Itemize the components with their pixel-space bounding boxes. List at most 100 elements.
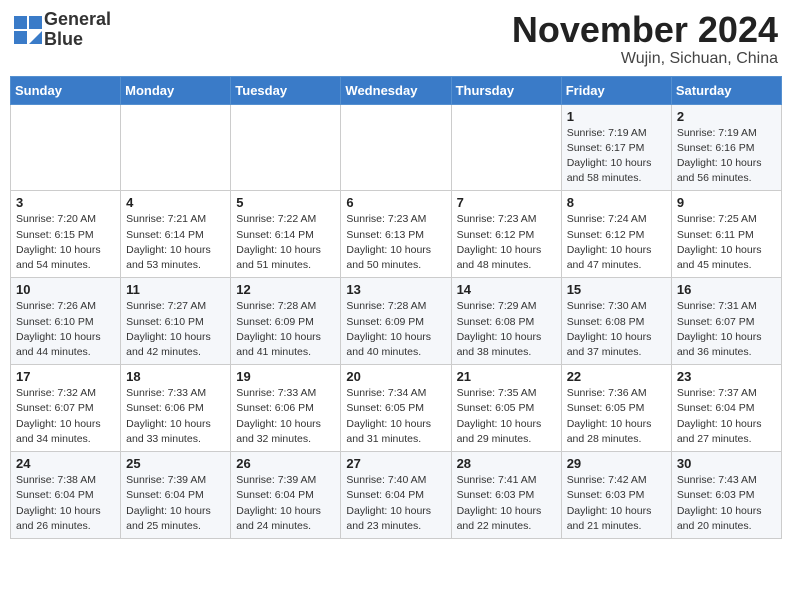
weekday-header: Monday [121,76,231,104]
calendar-cell: 18 Sunrise: 7:33 AM Sunset: 6:06 PM Dayli… [121,365,231,452]
weekday-header: Saturday [671,76,781,104]
day-info: Sunrise: 7:21 AM Sunset: 6:14 PM Dayligh… [126,212,225,273]
day-info: Sunrise: 7:35 AM Sunset: 6:05 PM Dayligh… [457,386,556,447]
day-info: Sunrise: 7:39 AM Sunset: 6:04 PM Dayligh… [126,473,225,534]
calendar-cell [231,104,341,191]
location: Wujin, Sichuan, China [512,50,778,68]
day-number: 29 [567,456,666,471]
calendar-table: SundayMondayTuesdayWednesdayThursdayFrid… [10,76,782,539]
day-number: 7 [457,195,556,210]
calendar-cell: 30 Sunrise: 7:43 AM Sunset: 6:03 PM Dayli… [671,452,781,539]
calendar-cell: 25 Sunrise: 7:39 AM Sunset: 6:04 PM Dayli… [121,452,231,539]
logo: General Blue [14,10,111,50]
day-info: Sunrise: 7:20 AM Sunset: 6:15 PM Dayligh… [16,212,115,273]
calendar-cell: 21Sunrise: 7:35 AM Sunset: 6:05 PM Dayli… [451,365,561,452]
day-info: Sunrise: 7:42 AM Sunset: 6:03 PM Dayligh… [567,473,666,534]
calendar-cell: 7 Sunrise: 7:23 AM Sunset: 6:12 PM Daylig… [451,191,561,278]
day-info: Sunrise: 7:34 AM Sunset: 6:05 PM Dayligh… [346,386,445,447]
day-info: Sunrise: 7:33 AM Sunset: 6:06 PM Dayligh… [236,386,335,447]
day-info: Sunrise: 7:37 AM Sunset: 6:04 PM Dayligh… [677,386,776,447]
calendar-cell: 4Sunrise: 7:21 AM Sunset: 6:14 PM Daylig… [121,191,231,278]
day-number: 27 [346,456,445,471]
day-number: 10 [16,282,115,297]
day-info: Sunrise: 7:36 AM Sunset: 6:05 PM Dayligh… [567,386,666,447]
calendar-cell [341,104,451,191]
day-info: Sunrise: 7:39 AM Sunset: 6:04 PM Dayligh… [236,473,335,534]
logo-line1: General [44,10,111,30]
calendar-cell: 9 Sunrise: 7:25 AM Sunset: 6:11 PM Daylig… [671,191,781,278]
day-info: Sunrise: 7:29 AM Sunset: 6:08 PM Dayligh… [457,299,556,360]
day-number: 24 [16,456,115,471]
day-info: Sunrise: 7:40 AM Sunset: 6:04 PM Dayligh… [346,473,445,534]
day-number: 18 [126,369,225,384]
calendar-cell: 27 Sunrise: 7:40 AM Sunset: 6:04 PM Dayli… [341,452,451,539]
day-info: Sunrise: 7:26 AM Sunset: 6:10 PM Dayligh… [16,299,115,360]
calendar-cell: 13 Sunrise: 7:28 AM Sunset: 6:09 PM Dayli… [341,278,451,365]
day-info: Sunrise: 7:28 AM Sunset: 6:09 PM Dayligh… [346,299,445,360]
day-number: 28 [457,456,556,471]
day-number: 14 [457,282,556,297]
weekday-header: Friday [561,76,671,104]
month-title: November 2024 [512,10,778,50]
day-info: Sunrise: 7:31 AM Sunset: 6:07 PM Dayligh… [677,299,776,360]
calendar-cell: 6Sunrise: 7:23 AM Sunset: 6:13 PM Daylig… [341,191,451,278]
calendar-cell: 8Sunrise: 7:24 AM Sunset: 6:12 PM Daylig… [561,191,671,278]
day-number: 16 [677,282,776,297]
calendar-cell: 23 Sunrise: 7:37 AM Sunset: 6:04 PM Dayli… [671,365,781,452]
calendar-cell: 12 Sunrise: 7:28 AM Sunset: 6:09 PM Dayli… [231,278,341,365]
calendar-cell: 2 Sunrise: 7:19 AM Sunset: 6:16 PM Daylig… [671,104,781,191]
day-info: Sunrise: 7:43 AM Sunset: 6:03 PM Dayligh… [677,473,776,534]
calendar-cell [121,104,231,191]
day-number: 9 [677,195,776,210]
day-number: 8 [567,195,666,210]
day-number: 23 [677,369,776,384]
day-number: 17 [16,369,115,384]
calendar-cell: 28Sunrise: 7:41 AM Sunset: 6:03 PM Dayli… [451,452,561,539]
calendar-cell: 17 Sunrise: 7:32 AM Sunset: 6:07 PM Dayli… [11,365,121,452]
title-block: November 2024 Wujin, Sichuan, China [512,10,778,68]
calendar-cell: 5 Sunrise: 7:22 AM Sunset: 6:14 PM Daylig… [231,191,341,278]
day-number: 3 [16,195,115,210]
day-info: Sunrise: 7:28 AM Sunset: 6:09 PM Dayligh… [236,299,335,360]
calendar-cell: 24 Sunrise: 7:38 AM Sunset: 6:04 PM Dayli… [11,452,121,539]
day-number: 11 [126,282,225,297]
weekday-header: Thursday [451,76,561,104]
day-info: Sunrise: 7:19 AM Sunset: 6:16 PM Dayligh… [677,126,776,187]
day-number: 5 [236,195,335,210]
calendar-cell: 1Sunrise: 7:19 AM Sunset: 6:17 PM Daylig… [561,104,671,191]
calendar-cell: 3 Sunrise: 7:20 AM Sunset: 6:15 PM Daylig… [11,191,121,278]
calendar-cell: 19 Sunrise: 7:33 AM Sunset: 6:06 PM Dayli… [231,365,341,452]
calendar-cell: 20 Sunrise: 7:34 AM Sunset: 6:05 PM Dayli… [341,365,451,452]
day-number: 13 [346,282,445,297]
calendar-cell: 11 Sunrise: 7:27 AM Sunset: 6:10 PM Dayli… [121,278,231,365]
day-number: 1 [567,109,666,124]
calendar-cell: 14 Sunrise: 7:29 AM Sunset: 6:08 PM Dayli… [451,278,561,365]
day-number: 25 [126,456,225,471]
weekday-header: Sunday [11,76,121,104]
day-info: Sunrise: 7:23 AM Sunset: 6:13 PM Dayligh… [346,212,445,273]
day-number: 20 [346,369,445,384]
day-number: 12 [236,282,335,297]
day-info: Sunrise: 7:38 AM Sunset: 6:04 PM Dayligh… [16,473,115,534]
day-number: 19 [236,369,335,384]
day-info: Sunrise: 7:23 AM Sunset: 6:12 PM Dayligh… [457,212,556,273]
calendar-cell [11,104,121,191]
day-info: Sunrise: 7:27 AM Sunset: 6:10 PM Dayligh… [126,299,225,360]
logo-line2: Blue [44,30,111,50]
day-number: 22 [567,369,666,384]
day-number: 30 [677,456,776,471]
calendar-cell: 22 Sunrise: 7:36 AM Sunset: 6:05 PM Dayli… [561,365,671,452]
calendar-cell [451,104,561,191]
day-info: Sunrise: 7:25 AM Sunset: 6:11 PM Dayligh… [677,212,776,273]
day-info: Sunrise: 7:32 AM Sunset: 6:07 PM Dayligh… [16,386,115,447]
calendar-cell: 15Sunrise: 7:30 AM Sunset: 6:08 PM Dayli… [561,278,671,365]
calendar-cell: 26 Sunrise: 7:39 AM Sunset: 6:04 PM Dayli… [231,452,341,539]
day-number: 26 [236,456,335,471]
logo-icon [14,16,42,44]
weekday-header: Tuesday [231,76,341,104]
weekday-header: Wednesday [341,76,451,104]
day-info: Sunrise: 7:33 AM Sunset: 6:06 PM Dayligh… [126,386,225,447]
day-info: Sunrise: 7:22 AM Sunset: 6:14 PM Dayligh… [236,212,335,273]
day-number: 2 [677,109,776,124]
day-info: Sunrise: 7:30 AM Sunset: 6:08 PM Dayligh… [567,299,666,360]
